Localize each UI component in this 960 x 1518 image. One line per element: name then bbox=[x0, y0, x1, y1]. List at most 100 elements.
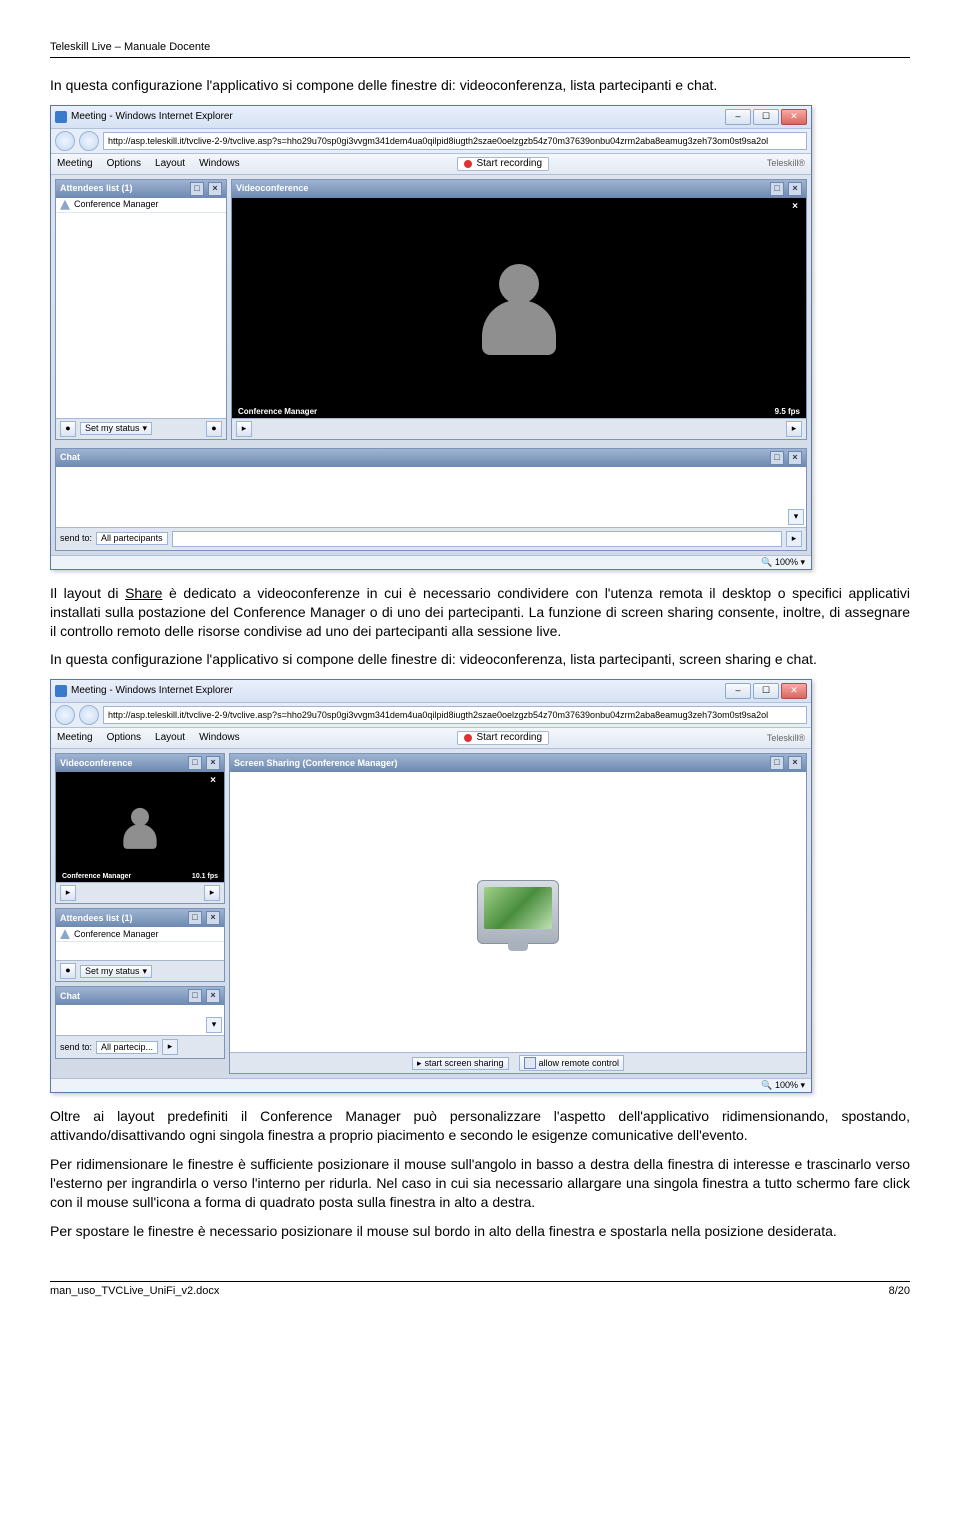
status-label: Set my status bbox=[85, 424, 140, 433]
footer-page-number: 8/20 bbox=[889, 1284, 910, 1299]
address-bar-row: http://asp.teleskill.it/tvclive-2-9/tvcl… bbox=[51, 703, 811, 728]
menu-options[interactable]: Options bbox=[107, 733, 141, 743]
video-opt-button[interactable]: ▸ bbox=[204, 885, 220, 901]
brand-label: Teleskill® bbox=[767, 734, 805, 743]
attendees-panel-header[interactable]: Attendees list (1) □ × bbox=[56, 180, 226, 198]
menu-meeting[interactable]: Meeting bbox=[57, 159, 93, 169]
chat-input[interactable] bbox=[172, 531, 782, 547]
menu-layout[interactable]: Layout bbox=[155, 733, 185, 743]
video-play-button[interactable]: ▸ bbox=[236, 421, 252, 437]
chat-send-button[interactable]: ▸ bbox=[786, 531, 802, 547]
participant-avatar bbox=[120, 806, 161, 849]
chat-scroll-down-icon[interactable]: ▾ bbox=[206, 1017, 222, 1033]
chat-scroll-down-icon[interactable]: ▾ bbox=[788, 509, 804, 525]
chat-sendto-label: send to: bbox=[60, 1043, 92, 1052]
paragraph-1: In questa configurazione l'applicativo s… bbox=[50, 76, 910, 95]
close-button[interactable]: ✕ bbox=[781, 109, 807, 125]
start-recording-button[interactable]: Start recording bbox=[457, 157, 549, 171]
status-icon[interactable]: ● bbox=[60, 963, 76, 979]
video-play-button[interactable]: ▸ bbox=[60, 885, 76, 901]
chat-log: ▾ bbox=[56, 1005, 224, 1035]
attendees-panel-header[interactable]: Attendees list (1) □ × bbox=[56, 909, 224, 927]
zoom-value: 100% bbox=[775, 1080, 798, 1090]
panel-maximize-icon[interactable]: □ bbox=[188, 911, 202, 925]
panel-close-icon[interactable]: × bbox=[788, 182, 802, 196]
panel-close-icon[interactable]: × bbox=[788, 451, 802, 465]
page-header: Teleskill Live – Manuale Docente bbox=[50, 40, 910, 58]
attendee-row[interactable]: Conference Manager bbox=[56, 927, 224, 942]
videoconf-title: Videoconference bbox=[60, 759, 184, 768]
panel-close-icon[interactable]: × bbox=[206, 989, 220, 1003]
videoconf-title: Videoconference bbox=[236, 184, 766, 193]
panel-maximize-icon[interactable]: □ bbox=[770, 756, 784, 770]
panel-maximize-icon[interactable]: □ bbox=[188, 989, 202, 1003]
chat-target-select[interactable]: All partecipants bbox=[96, 532, 168, 545]
start-recording-button[interactable]: Start recording bbox=[457, 731, 549, 745]
menu-windows[interactable]: Windows bbox=[199, 159, 240, 169]
address-bar[interactable]: http://asp.teleskill.it/tvclive-2-9/tvcl… bbox=[103, 706, 807, 724]
status-icon[interactable]: ● bbox=[60, 421, 76, 437]
start-screen-sharing-button[interactable]: ▸start screen sharing bbox=[412, 1057, 509, 1070]
zoom-label[interactable]: 🔍 100% ▾ bbox=[761, 558, 805, 567]
record-icon bbox=[464, 734, 472, 742]
remote-icon bbox=[524, 1057, 536, 1069]
maximize-button[interactable]: ☐ bbox=[753, 683, 779, 699]
videoconf-panel-header[interactable]: Videoconference □ × bbox=[232, 180, 806, 198]
video-opt-button[interactable]: ▸ bbox=[786, 421, 802, 437]
minimize-button[interactable]: – bbox=[725, 109, 751, 125]
ie-icon bbox=[55, 111, 67, 123]
set-my-status-button[interactable]: Set my status▾ bbox=[80, 422, 152, 435]
sharing-panel-header[interactable]: Screen Sharing (Conference Manager) □ × bbox=[230, 754, 806, 772]
menu-layout[interactable]: Layout bbox=[155, 159, 185, 169]
attendee-row[interactable]: Conference Manager bbox=[56, 198, 226, 213]
back-button[interactable] bbox=[55, 705, 75, 725]
ie-titlebar: Meeting - Windows Internet Explorer – ☐ … bbox=[51, 106, 811, 129]
app-menubar: Meeting Options Layout Windows Start rec… bbox=[51, 154, 811, 175]
brand-label: Teleskill® bbox=[767, 159, 805, 168]
set-my-status-button[interactable]: Set my status▾ bbox=[80, 965, 152, 978]
zoom-value: 100% bbox=[775, 557, 798, 567]
menu-meeting[interactable]: Meeting bbox=[57, 733, 93, 743]
panel-close-icon[interactable]: × bbox=[206, 911, 220, 925]
panel-maximize-icon[interactable]: □ bbox=[770, 451, 784, 465]
attendee-name: Conference Manager bbox=[74, 930, 159, 939]
attendees-extra-button[interactable]: ● bbox=[206, 421, 222, 437]
video-control-bar: ▸ ▸ bbox=[232, 418, 806, 439]
allow-remote-control-button[interactable]: allow remote control bbox=[519, 1055, 625, 1071]
chat-send-button[interactable]: ▸ bbox=[162, 1039, 178, 1055]
videoconf-panel-header[interactable]: Videoconference □ × bbox=[56, 754, 224, 772]
paragraph-3: In questa configurazione l'applicativo s… bbox=[50, 650, 910, 669]
share-link: Share bbox=[125, 585, 162, 601]
zoom-label[interactable]: 🔍 100% ▾ bbox=[761, 1081, 805, 1090]
minimize-button[interactable]: – bbox=[725, 683, 751, 699]
window-title: Meeting - Windows Internet Explorer bbox=[71, 686, 725, 696]
address-bar[interactable]: http://asp.teleskill.it/tvclive-2-9/tvcl… bbox=[103, 132, 807, 150]
paragraph-4: Oltre ai layout predefiniti il Conferenc… bbox=[50, 1107, 910, 1145]
video-control-bar: ▸ ▸ bbox=[56, 882, 224, 903]
close-button[interactable]: ✕ bbox=[781, 683, 807, 699]
page-footer: man_uso_TVCLive_UniFi_v2.docx 8/20 bbox=[50, 1281, 910, 1299]
panel-maximize-icon[interactable]: □ bbox=[188, 756, 202, 770]
paragraph-5: Per ridimensionare le finestre è suffici… bbox=[50, 1155, 910, 1212]
chat-panel-header[interactable]: Chat □ × bbox=[56, 449, 806, 467]
chat-panel-header[interactable]: Chat □ × bbox=[56, 987, 224, 1005]
chat-title: Chat bbox=[60, 992, 184, 1001]
panel-close-icon[interactable]: × bbox=[206, 756, 220, 770]
video-close-icon[interactable]: × bbox=[792, 202, 798, 212]
back-button[interactable] bbox=[55, 131, 75, 151]
video-close-icon[interactable]: × bbox=[210, 776, 216, 786]
forward-button[interactable] bbox=[79, 705, 99, 725]
panel-close-icon[interactable]: × bbox=[208, 182, 222, 196]
attendees-panel: Attendees list (1) □ × Conference Manage… bbox=[55, 908, 225, 982]
menu-windows[interactable]: Windows bbox=[199, 733, 240, 743]
maximize-button[interactable]: ☐ bbox=[753, 109, 779, 125]
forward-button[interactable] bbox=[79, 131, 99, 151]
chat-target-select[interactable]: All partecip... bbox=[96, 1041, 158, 1054]
ie-icon bbox=[55, 685, 67, 697]
panel-close-icon[interactable]: × bbox=[788, 756, 802, 770]
panel-maximize-icon[interactable]: □ bbox=[190, 182, 204, 196]
user-icon bbox=[60, 929, 70, 939]
video-fps-label: 9.5 fps bbox=[775, 408, 800, 416]
panel-maximize-icon[interactable]: □ bbox=[770, 182, 784, 196]
menu-options[interactable]: Options bbox=[107, 159, 141, 169]
